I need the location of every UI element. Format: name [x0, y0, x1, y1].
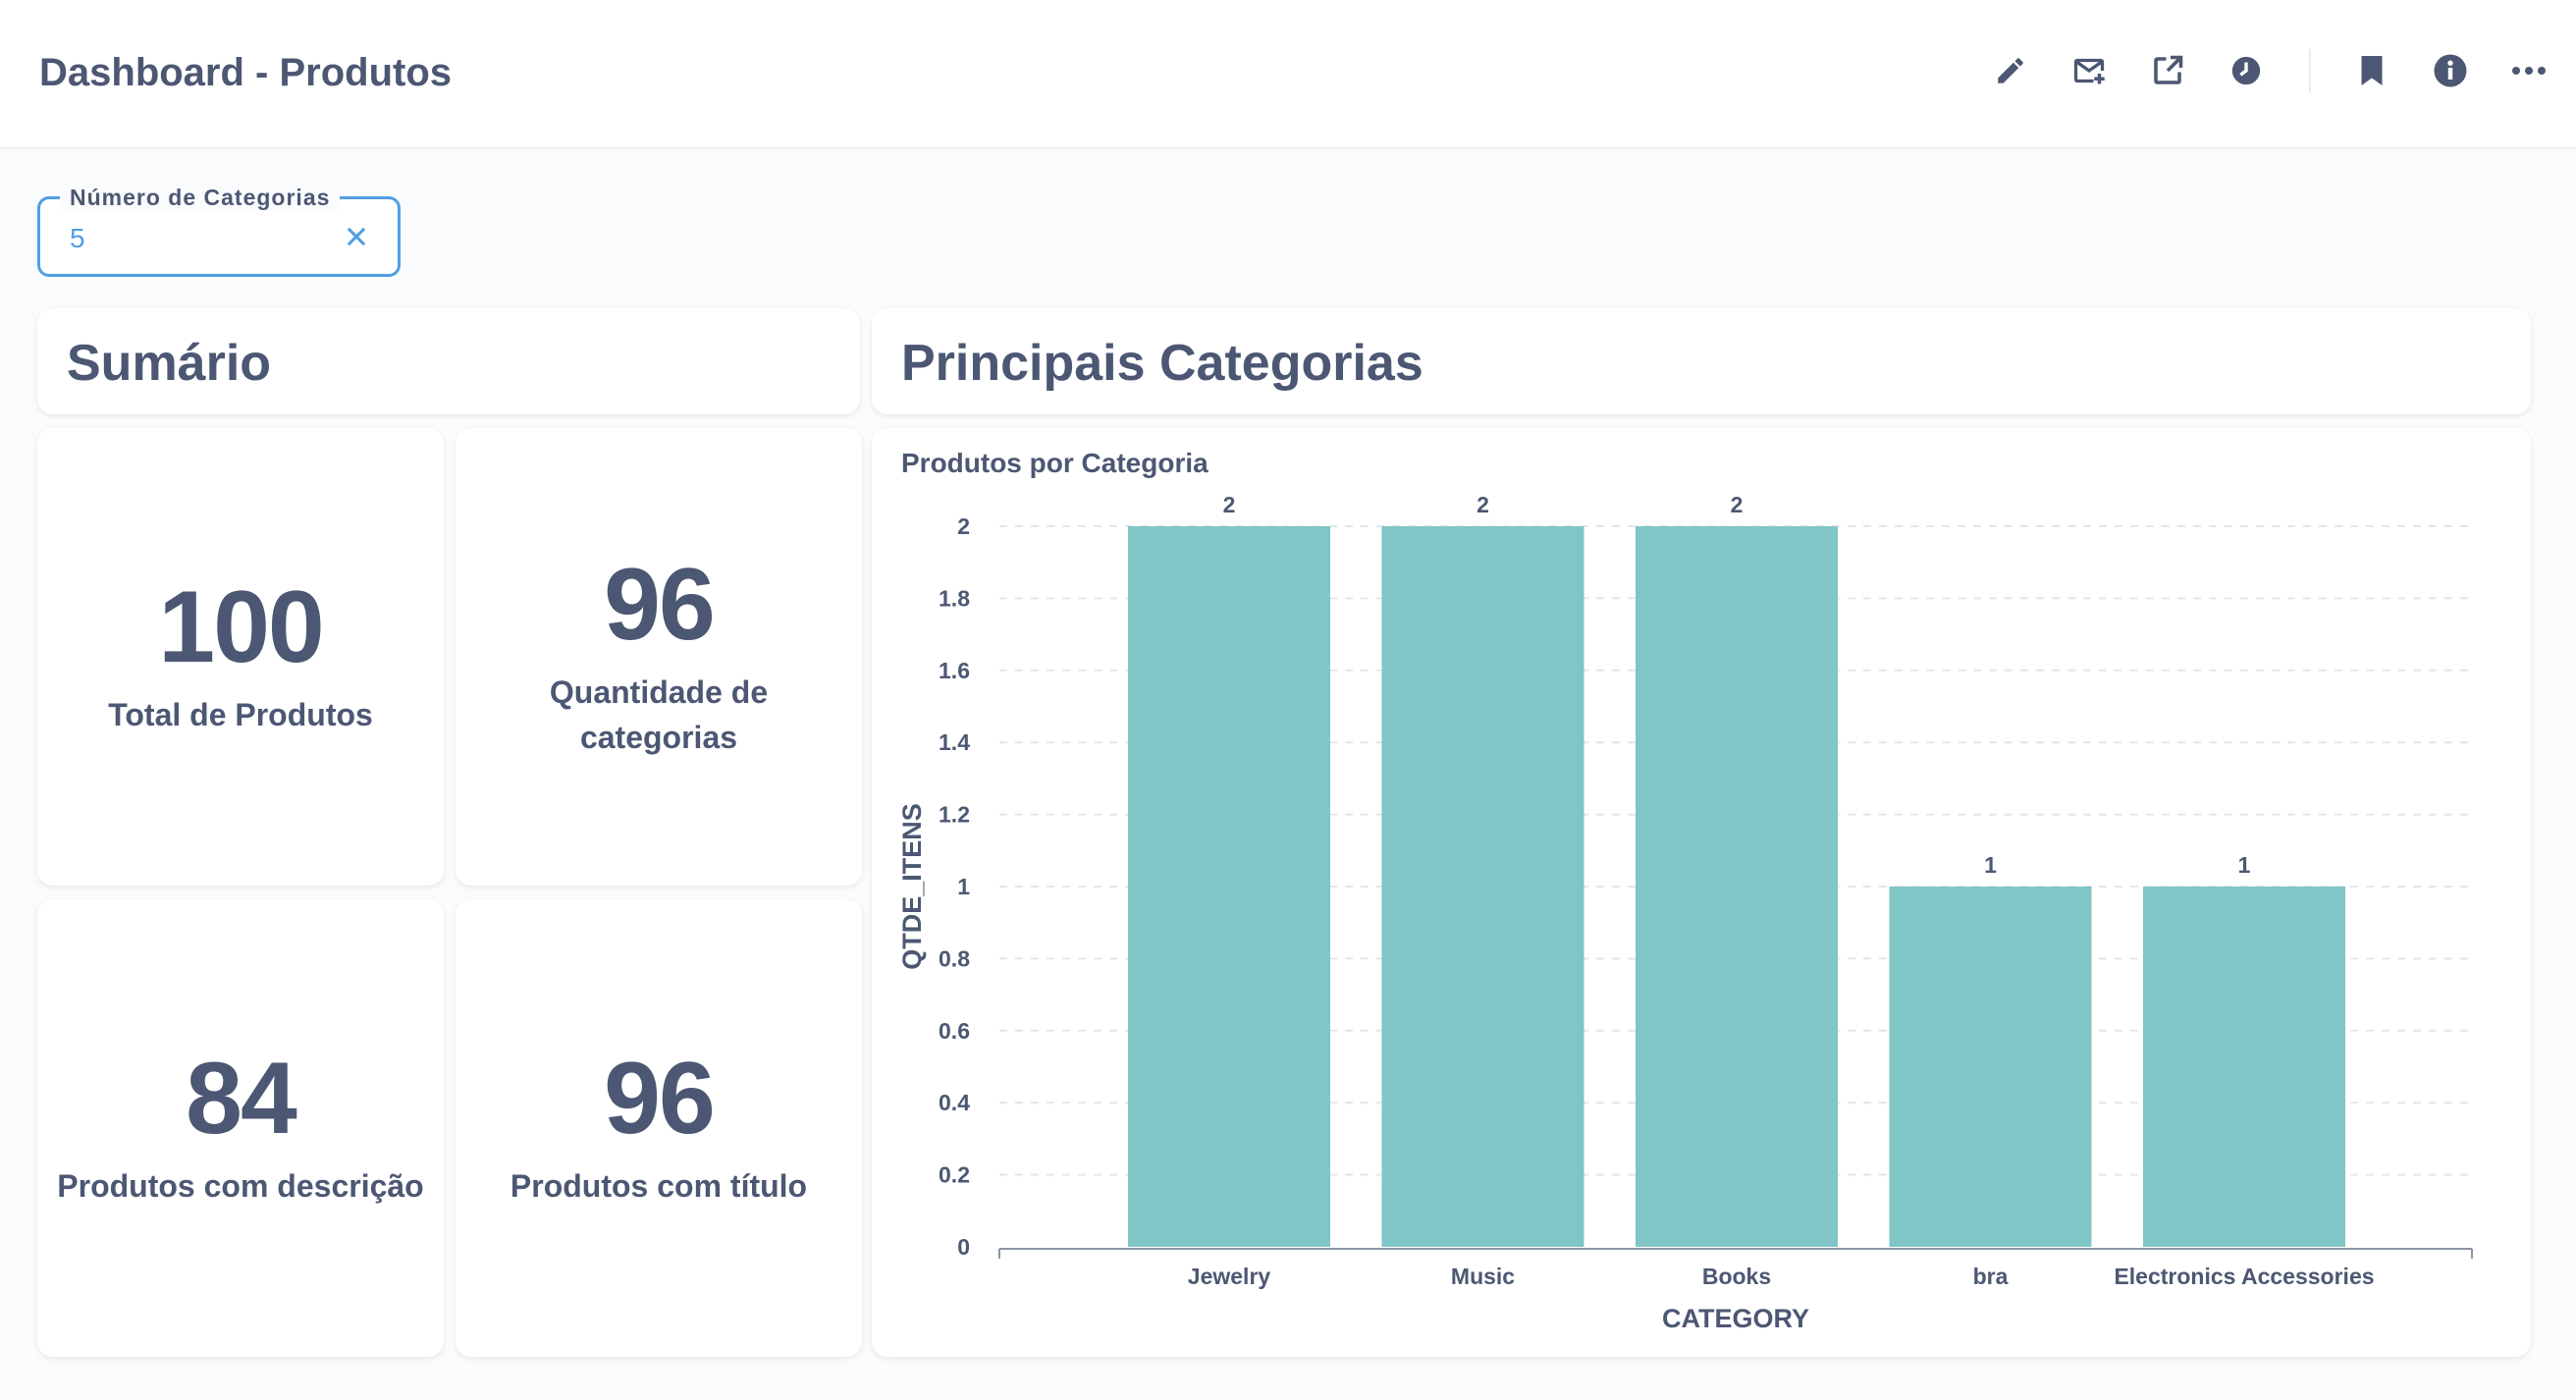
share-icon[interactable]	[2148, 51, 2187, 90]
scalar-label: Produtos com título	[510, 1167, 808, 1204]
data-label: 1	[1984, 852, 1997, 878]
page-title: Dashboard - Produtos	[39, 51, 453, 94]
y-tick-label: 1.6	[939, 658, 970, 683]
bar	[2143, 887, 2345, 1247]
category-count-card[interactable]: 96 Quantidade de categorias	[456, 428, 862, 886]
filter-value[interactable]: 5	[70, 223, 85, 254]
dashboard-header: Dashboard - Produtos	[0, 0, 2576, 149]
summary-heading: Sumário	[67, 335, 272, 392]
data-label: 2	[1731, 492, 1744, 517]
categories-heading: Principais Categorias	[901, 335, 1423, 392]
x-tick-label: Books	[1702, 1264, 1771, 1289]
chart-card: Produtos por Categoria 0 0.2 0.4 0.6 0.8 1 1.2…	[872, 428, 2531, 1357]
scalar-label: Produtos com descrição	[57, 1167, 424, 1204]
x-tick-label: Music	[1451, 1264, 1515, 1289]
data-label: 1	[2238, 852, 2251, 878]
info-icon[interactable]	[2431, 51, 2470, 90]
summary-heading-card: Sumário	[37, 308, 860, 414]
scalar-label: Total de Produtos	[108, 696, 373, 732]
categories-heading-card: Principais Categorias	[872, 308, 2531, 414]
y-axis-label: QTDE_ITENS	[897, 803, 927, 970]
y-tick-label: 1.2	[939, 802, 970, 828]
more-icon[interactable]	[2509, 51, 2549, 90]
edit-icon[interactable]	[1991, 51, 2030, 90]
scalar-label: Quantidade de categorias	[549, 673, 769, 755]
y-tick-label: 2	[957, 513, 970, 539]
category-count-filter[interactable]: Número de Categorias 5	[37, 185, 401, 277]
scalar-value: 100	[158, 569, 325, 684]
scalar-value: 96	[604, 1041, 716, 1156]
data-label: 2	[1223, 492, 1236, 517]
filter-label: Número de Categorias	[60, 185, 341, 211]
y-tick-label: 0	[957, 1234, 970, 1260]
bar	[1381, 526, 1584, 1247]
close-icon[interactable]	[343, 223, 370, 250]
y-tick-label: 0.8	[939, 945, 970, 971]
bar-chart: 0 0.2 0.4 0.6 0.8 1 1.2 1.4 1.6 1.8 2 2 Jewelry 2 Musi…	[897, 492, 2473, 1333]
bar	[1889, 887, 2092, 1247]
header-divider	[2309, 49, 2311, 92]
scalar-value: 84	[186, 1041, 297, 1156]
data-label: 2	[1476, 492, 1489, 517]
bookmark-icon[interactable]	[2352, 51, 2391, 90]
products-with-title-card[interactable]: 96 Produtos com título	[456, 899, 862, 1357]
total-products-card[interactable]: 100 Total de Produtos	[37, 428, 444, 886]
history-icon[interactable]	[2227, 51, 2266, 90]
x-tick-label: Jewelry	[1188, 1264, 1271, 1289]
y-tick-label: 0.4	[939, 1090, 970, 1115]
subscription-icon[interactable]	[2069, 51, 2109, 90]
x-tick-label: bra	[1973, 1264, 2009, 1289]
y-tick-label: 1.8	[939, 585, 970, 611]
y-tick-label: 1	[957, 874, 970, 899]
products-with-description-card[interactable]: 84 Produtos com descrição	[37, 899, 444, 1357]
y-tick-label: 1.4	[939, 729, 970, 755]
bar	[1636, 526, 1838, 1247]
y-tick-label: 0.6	[939, 1018, 970, 1044]
scalar-value: 96	[604, 547, 716, 662]
y-tick-label: 0.2	[939, 1162, 970, 1188]
x-axis-label: CATEGORY	[1662, 1304, 1809, 1333]
x-tick-label: Electronics Accessories	[2114, 1264, 2374, 1289]
bar	[1128, 526, 1330, 1247]
